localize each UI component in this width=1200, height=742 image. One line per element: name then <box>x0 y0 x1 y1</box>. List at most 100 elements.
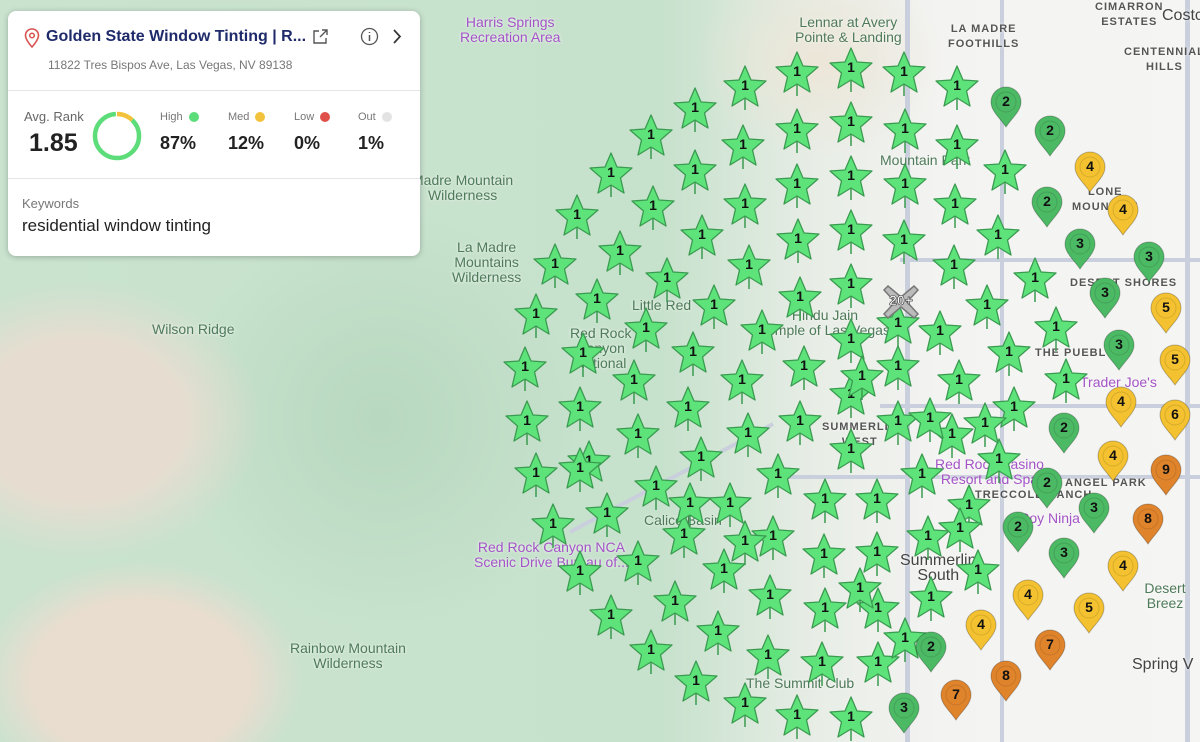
rank-pin-marker[interactable]: 3 <box>886 691 922 735</box>
rank-star-marker[interactable]: 1 <box>775 217 821 265</box>
rank-pin-marker[interactable]: 9 <box>1148 453 1184 497</box>
rank-star-marker[interactable]: 1 <box>899 452 945 500</box>
rank-star-marker[interactable]: 1 <box>623 306 669 354</box>
rank-star-marker[interactable]: 1 <box>719 358 765 406</box>
rank-star-marker[interactable]: 1 <box>839 354 885 402</box>
rank-star-marker[interactable]: 1 <box>722 519 768 567</box>
rank-pin-marker[interactable]: 4 <box>1010 578 1046 622</box>
rank-star-marker[interactable]: 1 <box>828 262 874 310</box>
rank-pin-marker[interactable]: 4 <box>1072 150 1108 194</box>
rank-pin-marker[interactable]: 2 <box>1029 185 1065 229</box>
rank-star-marker[interactable]: 1 <box>504 399 550 447</box>
rank-star-marker[interactable]: 1 <box>588 151 634 199</box>
rank-pin-marker[interactable]: 5 <box>1148 291 1184 335</box>
rank-star-marker[interactable]: 1 <box>722 64 768 112</box>
rank-star-marker[interactable]: 1 <box>932 182 978 230</box>
rank-star-marker[interactable]: 1 <box>745 633 791 681</box>
rank-star-marker[interactable]: 1 <box>747 573 793 621</box>
rank-star-marker[interactable]: 1 <box>982 148 1028 196</box>
rank-star-marker[interactable]: 1 <box>691 283 737 331</box>
rank-star-marker[interactable]: 1 <box>678 435 724 483</box>
chevron-right-icon[interactable] <box>391 28 403 45</box>
rank-star-marker[interactable]: 1 <box>937 506 983 554</box>
rank-star-marker[interactable]: 1 <box>652 579 698 627</box>
rank-star-marker[interactable]: 1 <box>644 256 690 304</box>
rank-star-marker[interactable]: 1 <box>802 477 848 525</box>
rank-star-marker[interactable]: 1 <box>917 309 963 357</box>
rank-star-marker[interactable]: 1 <box>672 148 718 196</box>
rank-pin-marker[interactable]: 3 <box>1101 328 1137 372</box>
rank-pin-marker[interactable]: 4 <box>1095 439 1131 483</box>
rank-star-marker[interactable]: 1 <box>673 659 719 707</box>
rank-star-marker[interactable]: 1 <box>774 107 820 155</box>
rank-star-marker[interactable]: 1 <box>777 399 823 447</box>
rank-star-marker[interactable]: 1 <box>584 491 630 539</box>
rank-star-marker[interactable]: 1 <box>597 229 643 277</box>
rank-star-marker[interactable]: 1 <box>854 477 900 525</box>
rank-star-marker[interactable]: 1 <box>557 385 603 433</box>
rank-pin-marker[interactable]: 2 <box>1029 466 1065 510</box>
rank-star-marker[interactable]: 1 <box>630 184 676 232</box>
rank-star-marker[interactable]: 1 <box>774 50 820 98</box>
rank-star-marker[interactable]: 1 <box>934 123 980 171</box>
external-link-icon[interactable] <box>312 28 329 45</box>
rank-pin-marker[interactable]: 5 <box>1071 591 1107 635</box>
rank-pin-marker[interactable]: 2 <box>1032 114 1068 158</box>
rank-star-marker[interactable]: 1 <box>557 446 603 494</box>
rank-star-marker[interactable]: 1 <box>774 162 820 210</box>
rank-star-marker[interactable]: 1 <box>986 330 1032 378</box>
rank-star-marker[interactable]: 1 <box>1033 305 1079 353</box>
rank-star-marker[interactable]: 1 <box>774 693 820 741</box>
rank-pin-marker[interactable]: 3 <box>1046 536 1082 580</box>
cluster-marker[interactable]: 20+ <box>880 282 922 322</box>
rank-star-marker[interactable]: 1 <box>611 358 657 406</box>
rank-pin-marker[interactable]: 4 <box>1105 193 1141 237</box>
rank-pin-marker[interactable]: 4 <box>1105 549 1141 593</box>
rank-pin-marker[interactable]: 2 <box>988 85 1024 129</box>
rank-star-marker[interactable]: 1 <box>837 566 883 614</box>
rank-pin-marker[interactable]: 2 <box>1000 510 1036 554</box>
rank-star-marker[interactable]: 1 <box>672 86 718 134</box>
rank-star-marker[interactable]: 1 <box>799 640 845 688</box>
rank-pin-marker[interactable]: 5 <box>1157 343 1193 387</box>
rank-pin-marker[interactable]: 3 <box>1087 276 1123 320</box>
rank-star-marker[interactable]: 1 <box>628 113 674 161</box>
rank-star-marker[interactable]: 1 <box>1043 357 1089 405</box>
rank-star-marker[interactable]: 1 <box>828 46 874 94</box>
rank-star-marker[interactable]: 1 <box>554 193 600 241</box>
rank-star-marker[interactable]: 1 <box>828 208 874 256</box>
rank-star-marker[interactable]: 1 <box>828 695 874 742</box>
rank-star-marker[interactable]: 1 <box>695 609 741 657</box>
rank-star-marker[interactable]: 1 <box>755 452 801 500</box>
rank-star-marker[interactable]: 1 <box>955 548 1001 596</box>
rank-star-marker[interactable]: 1 <box>828 427 874 475</box>
rank-star-marker[interactable]: 1 <box>530 502 576 550</box>
business-name[interactable]: Golden State Window Tinting | R... <box>46 28 306 46</box>
rank-star-marker[interactable]: 1 <box>557 549 603 597</box>
rank-pin-marker[interactable]: 7 <box>938 678 974 722</box>
rank-pin-marker[interactable]: 6 <box>1157 398 1193 442</box>
rank-star-marker[interactable]: 1 <box>962 401 1008 449</box>
rank-star-marker[interactable]: 1 <box>679 213 725 261</box>
rank-pin-marker[interactable]: 3 <box>1062 227 1098 271</box>
rank-pin-marker[interactable]: 2 <box>1046 411 1082 455</box>
rank-star-marker[interactable]: 1 <box>513 451 559 499</box>
rank-star-marker[interactable]: 1 <box>628 628 674 676</box>
rank-star-marker[interactable]: 1 <box>781 344 827 392</box>
rank-star-marker[interactable]: 1 <box>907 396 953 444</box>
rank-pin-marker[interactable]: 8 <box>1130 502 1166 546</box>
rank-star-marker[interactable]: 1 <box>722 681 768 729</box>
rank-star-marker[interactable]: 1 <box>720 123 766 171</box>
rank-star-marker[interactable]: 1 <box>975 213 1021 261</box>
rank-star-marker[interactable]: 1 <box>574 277 620 325</box>
rank-star-marker[interactable]: 1 <box>667 481 713 529</box>
info-icon[interactable] <box>360 27 379 46</box>
rank-star-marker[interactable]: 1 <box>828 154 874 202</box>
rank-star-marker[interactable]: 1 <box>670 330 716 378</box>
rank-pin-marker[interactable]: 7 <box>1032 628 1068 672</box>
rank-star-marker[interactable]: 1 <box>615 412 661 460</box>
rank-star-marker[interactable]: 1 <box>502 345 548 393</box>
rank-star-marker[interactable]: 1 <box>881 50 927 98</box>
rank-pin-marker[interactable]: 2 <box>913 630 949 674</box>
rank-star-marker[interactable]: 1 <box>934 64 980 112</box>
